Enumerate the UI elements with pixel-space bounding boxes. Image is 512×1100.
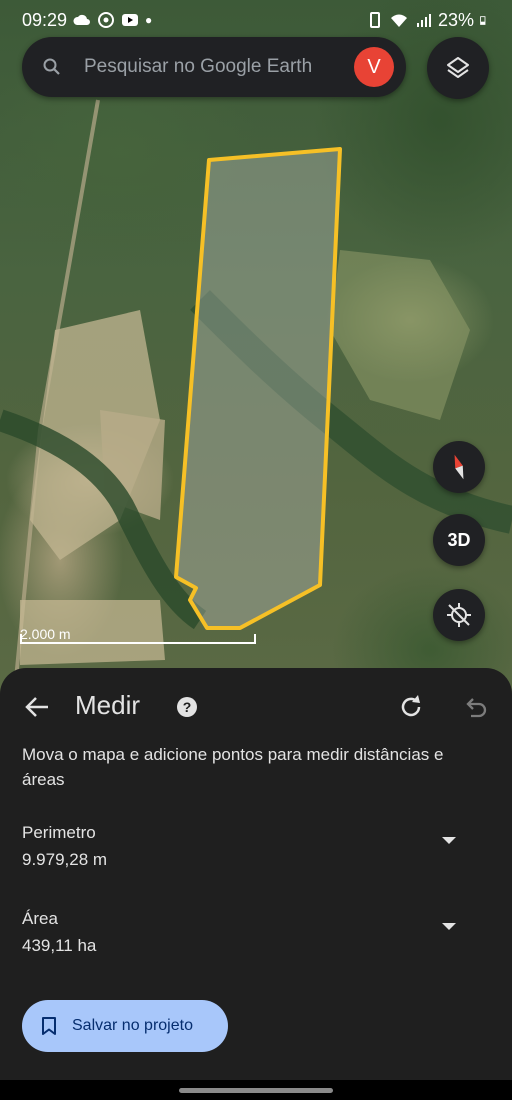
compass-icon [454, 454, 464, 480]
wifi-icon [390, 14, 407, 27]
location-off-icon [447, 603, 471, 627]
perimeter-value: 9.979,28 m [22, 850, 108, 869]
clock: 09:29 [22, 9, 68, 30]
notification-dot-icon: ● [145, 13, 153, 27]
svg-text:?: ? [183, 699, 192, 715]
battery-icon [480, 16, 486, 25]
satellite-map[interactable]: 09:29 ● 23% Pesquisar no Google Earth V [0, 0, 512, 700]
account-avatar[interactable]: V [354, 47, 394, 87]
layers-button[interactable] [427, 37, 489, 99]
measured-area-polygon [174, 147, 342, 630]
search-bar[interactable]: Pesquisar no Google Earth V [22, 37, 406, 97]
area-value: 439,11 ha [22, 936, 97, 955]
measure-panel: Medir ? Mova o mapa e adicione pontos pa… [0, 668, 512, 1080]
system-nav-bar [0, 1080, 512, 1100]
reset-icon[interactable] [396, 692, 426, 722]
measure-instructions: Mova o mapa e adicione pontos para medir… [22, 745, 444, 789]
home-gesture-handle[interactable] [179, 1088, 333, 1093]
layers-icon [447, 57, 469, 78]
signal-icon [416, 14, 431, 27]
back-arrow-icon[interactable] [22, 692, 52, 722]
perimeter-dropdown-arrow-icon[interactable] [442, 835, 456, 845]
status-bar: 09:29 ● 23% [0, 0, 512, 40]
compass-button[interactable] [433, 441, 485, 493]
perimeter-label: Perimetro [22, 823, 96, 842]
tilt-3d-button[interactable]: 3D [433, 514, 485, 566]
undo-icon[interactable] [460, 692, 490, 722]
map-terrain [0, 99, 512, 700]
bookmark-icon [42, 1017, 56, 1035]
help-icon[interactable]: ? [176, 696, 198, 718]
page-title: Medir [75, 690, 141, 720]
save-to-project-button[interactable]: Salvar no projeto [22, 1000, 228, 1052]
measure-panel-header: Medir ? [0, 686, 512, 726]
my-location-button[interactable] [433, 589, 485, 641]
battery-percent: 23% [437, 9, 474, 30]
scale-bar [20, 634, 256, 644]
battery-saver-icon [369, 12, 380, 28]
youtube-icon [122, 14, 139, 26]
search-icon [43, 58, 60, 75]
save-button-label: Salvar no projeto [72, 1017, 193, 1034]
cloud-icon [73, 14, 91, 25]
area-label: Área [22, 909, 58, 928]
perimeter-row[interactable]: Perimetro 9.979,28 m [22, 823, 492, 870]
area-dropdown-arrow-icon[interactable] [442, 921, 456, 931]
whatsapp-icon [98, 12, 115, 28]
search-input[interactable]: Pesquisar no Google Earth [84, 56, 354, 78]
area-row[interactable]: Área 439,11 ha [22, 909, 492, 956]
